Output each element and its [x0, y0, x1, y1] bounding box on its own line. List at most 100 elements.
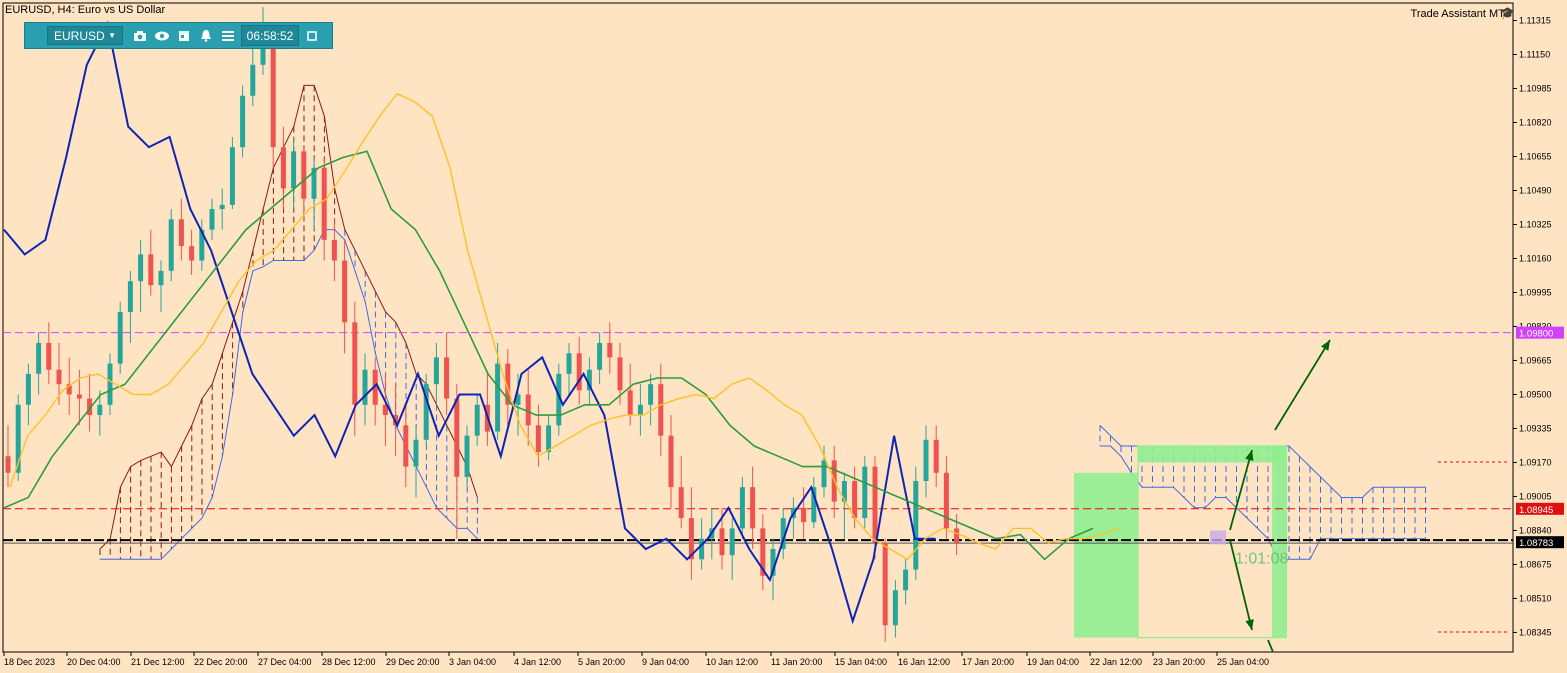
y-tick-label: 1.09335 — [1519, 423, 1552, 433]
candle-body — [219, 204, 225, 210]
future-senkou-b — [1100, 445, 1426, 560]
trade-assistant-label[interactable]: Trade Assistant MT5 — [1411, 8, 1511, 20]
candle-body — [495, 363, 501, 432]
candle-body — [46, 342, 52, 370]
menu-icon[interactable] — [217, 25, 239, 47]
candle-body — [535, 425, 541, 453]
forecast-top-band — [1138, 445, 1286, 463]
candle-body — [739, 487, 745, 529]
x-tick-label: 16 Jan 12:00 — [898, 657, 950, 667]
candle-body — [250, 64, 256, 96]
y-tick-label: 1.09665 — [1519, 355, 1552, 365]
window-icon[interactable] — [301, 25, 323, 47]
candle-body — [933, 439, 939, 473]
chart-title: EURUSD, H4: Euro vs US Dollar — [5, 4, 166, 16]
y-tick-label: 1.08675 — [1519, 559, 1552, 569]
candle-body — [413, 439, 419, 467]
candle-countdown: 1:01:08 — [1235, 550, 1288, 567]
y-tick-label: 1.08345 — [1519, 627, 1552, 637]
y-tick-label: 1.10490 — [1519, 185, 1552, 195]
candle-body — [566, 353, 572, 374]
candle-body — [658, 384, 664, 436]
candle-body — [525, 394, 531, 426]
target-down-arrow — [1267, 639, 1274, 653]
candle-body — [117, 312, 123, 364]
candle-body — [750, 487, 756, 529]
candle-body — [76, 394, 82, 399]
kijun-sen-line — [3, 150, 1094, 561]
x-tick-label: 5 Jan 20:00 — [578, 657, 625, 667]
countdown-marker — [1210, 530, 1226, 545]
candle-body — [617, 357, 623, 391]
symbol-selector[interactable]: EURUSD ▼ — [47, 26, 123, 45]
bell-icon[interactable] — [195, 25, 217, 47]
y-tick-label: 1.10325 — [1519, 219, 1552, 229]
candle-body — [607, 342, 613, 358]
senkou-span-a — [99, 84, 478, 550]
candle-body — [178, 219, 184, 247]
camera-icon[interactable] — [129, 25, 151, 47]
y-tick-label: 1.10160 — [1519, 253, 1552, 263]
x-tick-label: 27 Dec 04:00 — [258, 657, 312, 667]
candle-body — [903, 569, 909, 591]
candle-body — [433, 357, 439, 385]
candle-body — [862, 466, 868, 519]
candle-body — [158, 270, 164, 286]
candle-body — [474, 404, 480, 436]
target-up-arrow — [1274, 339, 1331, 431]
x-tick-label: 11 Jan 20:00 — [771, 657, 822, 667]
x-tick-label: 22 Jan 12:00 — [1090, 657, 1142, 667]
x-tick-label: 20 Dec 04:00 — [67, 657, 121, 667]
candle-body — [362, 369, 368, 405]
candle-body — [954, 528, 960, 543]
candle-body — [821, 460, 827, 488]
candle-body — [107, 363, 113, 405]
candle-body — [291, 151, 297, 189]
eye-icon[interactable] — [151, 25, 173, 47]
candle-body — [331, 239, 337, 261]
y-tick-label: 1.08510 — [1519, 593, 1552, 603]
candle-body — [943, 472, 949, 529]
y-tick-label: 1.08840 — [1519, 525, 1552, 535]
symbol-label: EURUSD — [54, 28, 105, 43]
y-tick-label: 1.09005 — [1519, 491, 1552, 501]
x-tick-label: 10 Jan 12:00 — [706, 657, 758, 667]
resistance-price-tag: 1.09800 — [1519, 329, 1553, 340]
candle-body — [209, 209, 215, 230]
y-tick-label: 1.09500 — [1519, 389, 1552, 399]
candle-body — [189, 246, 195, 261]
x-tick-label: 21 Dec 12:00 — [131, 657, 185, 667]
x-tick-label: 17 Jan 20:00 — [962, 657, 1014, 667]
y-tick-label: 1.10655 — [1519, 151, 1552, 161]
graduation-cap-icon: 🎓 — [1500, 6, 1515, 20]
x-tick-label: 29 Dec 20:00 — [386, 657, 440, 667]
calendar-icon[interactable] — [173, 25, 195, 47]
x-tick-label: 25 Jan 04:00 — [1217, 657, 1269, 667]
candle-body — [729, 528, 735, 556]
trade-toolbar: EURUSD ▼ 06:58:52 — [24, 22, 333, 49]
candle-body — [56, 369, 62, 385]
candle-body — [464, 435, 470, 477]
candle-body — [97, 404, 103, 416]
candle-body — [352, 322, 358, 405]
server-time: 06:58:52 — [241, 25, 299, 46]
candle-body — [229, 147, 235, 205]
candle-body — [444, 357, 450, 399]
candle-body — [148, 254, 154, 286]
candle-body — [801, 507, 807, 523]
x-tick-label: 15 Jan 04:00 — [835, 657, 887, 667]
y-tick-label: 1.09995 — [1519, 287, 1552, 297]
candle-body — [168, 219, 174, 271]
y-tick-label: 1.10820 — [1519, 117, 1552, 127]
candle-body — [138, 254, 144, 282]
candle-body — [882, 542, 888, 626]
x-tick-label: 3 Jan 04:00 — [449, 657, 496, 667]
candle-body — [240, 95, 246, 148]
chart-canvas[interactable]: 1:01:08 1.11315 1.11150 1.10985 1.10820 1.106… — [0, 0, 1567, 673]
candle-body — [597, 342, 603, 370]
y-tick-label: 1.09170 — [1519, 457, 1552, 467]
support-price-tag: 1.08945 — [1519, 505, 1553, 516]
y-tick-label: 1.10985 — [1519, 84, 1552, 94]
candle-body — [321, 167, 327, 240]
candle-body — [668, 435, 674, 488]
